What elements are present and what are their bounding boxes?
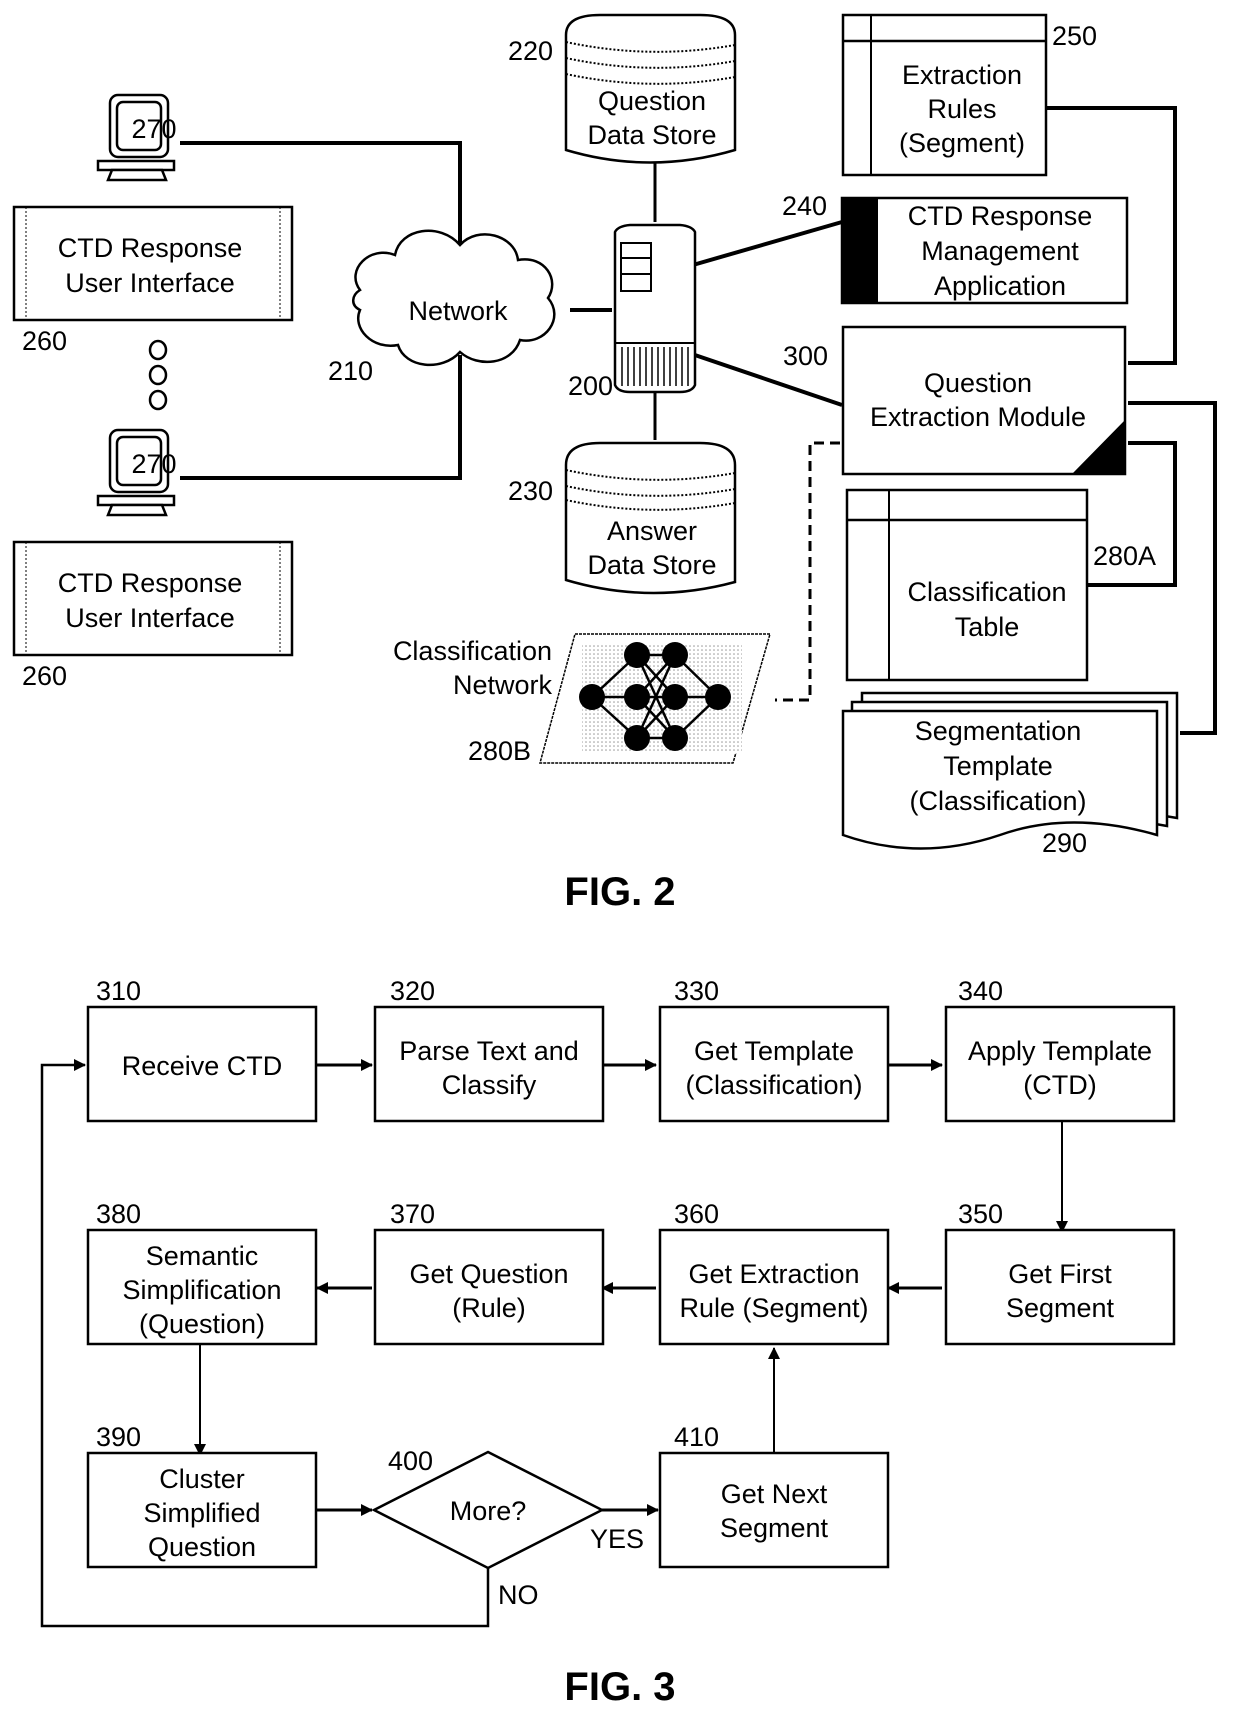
management-application: CTD Response Management Application 240	[782, 191, 1129, 305]
step-330-ref: 330	[674, 976, 719, 1006]
fig2-caption: FIG. 2	[564, 870, 675, 914]
ui-1-line2: User Interface	[65, 268, 235, 298]
step-340-line2: (CTD)	[1023, 1070, 1096, 1100]
step-390-line1: Cluster	[159, 1464, 245, 1494]
extraction-rules-line1: Extraction	[902, 60, 1022, 90]
class-table-line2: Table	[955, 612, 1020, 642]
ui-2-ref: 260	[22, 661, 67, 691]
class-table-ref: 280A	[1093, 541, 1156, 571]
ui-2-line2: User Interface	[65, 603, 235, 633]
question-store-line1: Question	[598, 86, 706, 116]
step-350-ref: 350	[958, 1199, 1003, 1229]
extraction-rules-ref: 250	[1052, 21, 1097, 51]
ui-box-1: CTD Response User Interface 260	[12, 205, 294, 356]
question-store-ref: 220	[508, 36, 553, 66]
ellipsis-dots	[148, 339, 168, 411]
class-network-line1: Classification	[393, 636, 552, 666]
qem-ref: 300	[783, 341, 828, 371]
decision-yes: YES	[590, 1524, 644, 1554]
flow-decision-400: 400 More? YES NO	[371, 1446, 644, 1610]
seg-template-line2: Template	[943, 751, 1053, 781]
step-350-line2: Segment	[1006, 1293, 1115, 1323]
step-410-line1: Get Next	[721, 1479, 828, 1509]
mgmt-app-line3: Application	[934, 271, 1066, 301]
class-network-line2: Network	[453, 670, 553, 700]
question-data-store: Question Data Store 220	[508, 13, 737, 164]
step-370-line2: (Rule)	[452, 1293, 526, 1323]
step-360-line1: Get Extraction	[688, 1259, 859, 1289]
classification-network: Classification Network 280B	[393, 633, 771, 766]
qem-line2: Extraction Module	[870, 402, 1086, 432]
question-store-line2: Data Store	[587, 120, 716, 150]
flow-step-390: 390 Cluster Simplified Question	[86, 1422, 318, 1569]
terminal-2-ref: 270	[131, 449, 176, 479]
step-360-ref: 360	[674, 1199, 719, 1229]
step-390-ref: 390	[96, 1422, 141, 1452]
answer-store-line1: Answer	[607, 516, 697, 546]
class-network-ref: 280B	[468, 736, 531, 766]
flow-step-310: 310 Receive CTD	[86, 976, 318, 1123]
step-320-line1: Parse Text and	[399, 1036, 579, 1066]
flow-step-330: 330 Get Template (Classification)	[658, 976, 890, 1123]
answer-data-store: Answer Data Store 230	[508, 441, 737, 595]
step-380-line3: (Question)	[139, 1309, 265, 1339]
step-380-line2: Simplification	[122, 1275, 281, 1305]
step-340-line1: Apply Template	[968, 1036, 1152, 1066]
terminal-1: 270	[96, 93, 177, 182]
flow-step-370: 370 Get Question (Rule)	[373, 1199, 605, 1346]
server-icon: 200	[568, 223, 697, 401]
step-320-line2: Classify	[442, 1070, 537, 1100]
step-330-line2: (Classification)	[685, 1070, 862, 1100]
network-label: Network	[408, 296, 508, 326]
step-390-line2: Simplified	[143, 1498, 260, 1528]
mgmt-app-ref: 240	[782, 191, 827, 221]
answer-store-ref: 230	[508, 476, 553, 506]
seg-template-line1: Segmentation	[915, 716, 1082, 746]
flow-step-360: 360 Get Extraction Rule (Segment)	[658, 1199, 890, 1346]
seg-template-ref: 290	[1042, 828, 1087, 858]
step-340-ref: 340	[958, 976, 1003, 1006]
step-370-line1: Get Question	[409, 1259, 568, 1289]
ui-1-ref: 260	[22, 326, 67, 356]
flow-step-350: 350 Get First Segment	[944, 1199, 1176, 1346]
ui-2-line1: CTD Response	[58, 568, 243, 598]
step-320-ref: 320	[390, 976, 435, 1006]
decision-ref: 400	[388, 1446, 433, 1476]
step-310-ref: 310	[96, 976, 141, 1006]
step-370-ref: 370	[390, 1199, 435, 1229]
decision-no: NO	[498, 1580, 539, 1610]
patent-figures: 270 CTD Response User Interface 260 270 …	[12, 13, 1217, 1709]
fig3-caption: FIG. 3	[564, 1665, 675, 1709]
terminal-2: 270	[96, 428, 177, 517]
step-390-line3: Question	[148, 1532, 256, 1562]
step-360-line2: Rule (Segment)	[679, 1293, 868, 1323]
step-410-line2: Segment	[720, 1513, 829, 1543]
extraction-rules-table: Extraction Rules (Segment) 250	[841, 13, 1097, 177]
ui-box-2: CTD Response User Interface 260	[12, 540, 294, 691]
terminal-1-ref: 270	[131, 114, 176, 144]
step-310-line1: Receive CTD	[122, 1051, 283, 1081]
ui-1-line1: CTD Response	[58, 233, 243, 263]
step-380-line1: Semantic	[146, 1241, 259, 1271]
network-ref: 210	[328, 356, 373, 386]
extraction-rules-line2: Rules	[927, 94, 996, 124]
flow-step-340: 340 Apply Template (CTD)	[944, 976, 1176, 1123]
qem-line1: Question	[924, 368, 1032, 398]
network-cloud: Network 210	[328, 229, 556, 386]
decision-label: More?	[450, 1496, 527, 1526]
segmentation-template: Segmentation Template (Classification) 2…	[841, 691, 1179, 858]
mgmt-app-line1: CTD Response	[908, 201, 1093, 231]
mgmt-app-line2: Management	[921, 236, 1079, 266]
flow-step-380: 380 Semantic Simplification (Question)	[86, 1199, 318, 1346]
answer-store-line2: Data Store	[587, 550, 716, 580]
step-350-line1: Get First	[1008, 1259, 1112, 1289]
step-410-ref: 410	[674, 1422, 719, 1452]
extraction-rules-line3: (Segment)	[899, 128, 1025, 158]
seg-template-line3: (Classification)	[909, 786, 1086, 816]
step-330-line1: Get Template	[694, 1036, 854, 1066]
step-380-ref: 380	[96, 1199, 141, 1229]
flow-step-320: 320 Parse Text and Classify	[373, 976, 605, 1123]
server-ref: 200	[568, 371, 613, 401]
class-table-line1: Classification	[907, 577, 1066, 607]
